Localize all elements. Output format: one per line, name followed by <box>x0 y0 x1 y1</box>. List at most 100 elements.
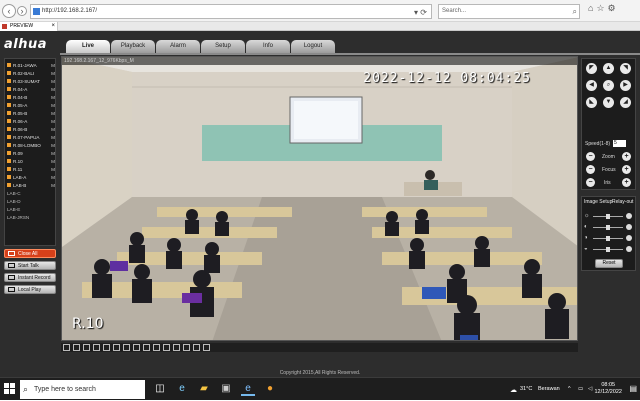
reset-saturation-icon[interactable] <box>626 246 632 252</box>
ptz-down-icon[interactable]: ▼ <box>603 97 614 108</box>
channel-item[interactable]: R.06-B M <box>7 126 57 133</box>
taskbar-search-input[interactable]: ⌕ Type here to search <box>20 380 145 399</box>
tab-relay-out[interactable]: Relay-out <box>612 199 633 205</box>
channel-item[interactable]: R.03-SUMAT M <box>7 78 57 85</box>
tab-preview[interactable]: PREVIEW × <box>0 22 58 31</box>
ptz-center-icon[interactable]: ⌕ <box>603 80 614 91</box>
layout-1-icon[interactable] <box>63 344 70 351</box>
tray-chevron-icon[interactable]: ^ <box>568 386 571 392</box>
ptz-right-icon[interactable]: ▶ <box>620 80 631 91</box>
focus-in-button[interactable]: + <box>622 165 631 174</box>
slider-knob[interactable] <box>606 236 610 241</box>
tab-info[interactable]: Info <box>246 40 290 53</box>
edge-icon[interactable]: e <box>175 382 189 396</box>
iris-close-button[interactable]: − <box>586 178 595 187</box>
internet-explorer-icon[interactable]: e <box>241 382 255 396</box>
layout-4-icon[interactable] <box>73 344 80 351</box>
ptz-down-left-icon[interactable]: ◣ <box>586 97 597 108</box>
stream-main-icon[interactable] <box>163 344 170 351</box>
chrome-icon[interactable]: ● <box>263 382 277 396</box>
zoom-icon[interactable] <box>193 344 200 351</box>
forward-button[interactable]: › <box>17 6 27 16</box>
saturation-slider[interactable]: ◒ <box>584 246 634 253</box>
channel-item[interactable]: LAB-JRSN <box>7 214 57 221</box>
task-view-icon[interactable]: ◫ <box>153 382 167 396</box>
slider-knob[interactable] <box>606 225 610 230</box>
gear-icon[interactable]: ⚙ <box>608 3 619 13</box>
windows-start-icon[interactable] <box>4 383 16 395</box>
tab-setup[interactable]: Setup <box>201 40 245 53</box>
hue-slider[interactable]: ◑ <box>584 235 634 242</box>
brightness-slider[interactable]: ☼ <box>584 213 634 220</box>
aspect-icon[interactable] <box>153 344 160 351</box>
fullscreen-icon[interactable] <box>143 344 150 351</box>
ptz-up-left-icon[interactable]: ◤ <box>586 63 597 74</box>
ptz-up-icon[interactable]: ▲ <box>603 63 614 74</box>
start-talk-button[interactable]: Start Talk <box>4 261 56 270</box>
layout-16-icon[interactable] <box>103 344 110 351</box>
tab-alarm[interactable]: Alarm <box>156 40 200 53</box>
notification-icon[interactable]: ▤ <box>629 384 637 393</box>
network-icon[interactable]: ▭ <box>578 386 583 392</box>
local-play-button[interactable]: Local Play <box>4 285 56 294</box>
channel-item[interactable]: R.02-BALI M <box>7 70 57 77</box>
channel-item[interactable]: LAB-A M <box>7 174 57 181</box>
channel-item[interactable]: LAB-E <box>7 206 57 213</box>
browser-search-input[interactable]: Search... ⌕ <box>438 4 580 19</box>
layout-9-icon[interactable] <box>93 344 100 351</box>
favorites-icon[interactable]: ☆ <box>596 3 607 13</box>
channel-item[interactable]: R.04-B M <box>7 94 57 101</box>
reset-hue-icon[interactable] <box>626 235 632 241</box>
search-icon[interactable]: ⌕ <box>573 5 577 18</box>
layout-8-icon[interactable] <box>83 344 90 351</box>
channel-item[interactable]: R.10 M <box>7 158 57 165</box>
channel-item[interactable]: R.11 M <box>7 166 57 173</box>
speed-select[interactable]: 5 <box>613 140 626 147</box>
close-icon[interactable]: × <box>51 22 55 31</box>
reset-brightness-icon[interactable] <box>626 213 632 219</box>
tab-image-setup[interactable]: Image Setup <box>584 199 612 205</box>
layout-25-icon[interactable] <box>113 344 120 351</box>
slider-knob[interactable] <box>606 247 610 252</box>
tab-live[interactable]: Live <box>66 40 110 53</box>
channel-item[interactable]: LAB-D <box>7 198 57 205</box>
ptz-left-icon[interactable]: ◀ <box>586 80 597 91</box>
reset-contrast-icon[interactable] <box>626 224 632 230</box>
ptz-down-right-icon[interactable]: ◢ <box>620 97 631 108</box>
zoom-in-button[interactable]: + <box>622 152 631 161</box>
channel-item[interactable]: R.05-A M <box>7 102 57 109</box>
taskbar-clock[interactable]: 08:05 12/12/2022 <box>594 382 622 396</box>
address-bar[interactable]: http://192.168.2.167/ ▾ ⟳ <box>30 4 432 19</box>
video-pane[interactable]: 192.168.2.167_12_976Kbps_M 2022-12-12 08… <box>61 56 578 341</box>
iris-open-button[interactable]: + <box>622 178 631 187</box>
contrast-slider[interactable]: ◐ <box>584 224 634 231</box>
focus-out-button[interactable]: − <box>586 165 595 174</box>
snapshot-icon[interactable] <box>133 344 140 351</box>
channel-item[interactable]: R.06-A M <box>7 118 57 125</box>
layout-36-icon[interactable] <box>123 344 130 351</box>
refresh-icon[interactable]: ▾ ⟳ <box>414 6 427 19</box>
instant-record-button[interactable]: Instant Record <box>4 273 56 282</box>
store-icon[interactable]: ▣ <box>219 382 233 396</box>
tab-logout[interactable]: Logout <box>291 40 335 53</box>
stream-sub-icon[interactable] <box>173 344 180 351</box>
window-icon[interactable] <box>203 344 210 351</box>
back-button[interactable]: ‹ <box>2 4 16 18</box>
ptz-up-right-icon[interactable]: ◥ <box>620 63 631 74</box>
channel-item[interactable]: R.09 M <box>7 150 57 157</box>
channel-item[interactable]: R.01-JAWA M <box>7 62 57 69</box>
channel-item[interactable]: LAB-C <box>7 190 57 197</box>
channel-item[interactable]: R.05-B M <box>7 110 57 117</box>
channel-item[interactable]: R.08-LOMBO M <box>7 142 57 149</box>
tab-playback[interactable]: Playback <box>111 40 155 53</box>
volume-icon[interactable]: ◁ <box>588 386 592 392</box>
zoom-out-button[interactable]: − <box>586 152 595 161</box>
file-explorer-icon[interactable]: ▰ <box>197 382 211 396</box>
channel-item[interactable]: R.07-PAPUA M <box>7 134 57 141</box>
channel-item[interactable]: LAB-B M <box>7 182 57 189</box>
channel-item[interactable]: R.04-A M <box>7 86 57 93</box>
reset-button[interactable]: Reset <box>595 259 623 268</box>
audio-icon[interactable] <box>183 344 190 351</box>
slider-knob[interactable] <box>606 214 610 219</box>
close-all-button[interactable]: Close All <box>4 249 56 258</box>
